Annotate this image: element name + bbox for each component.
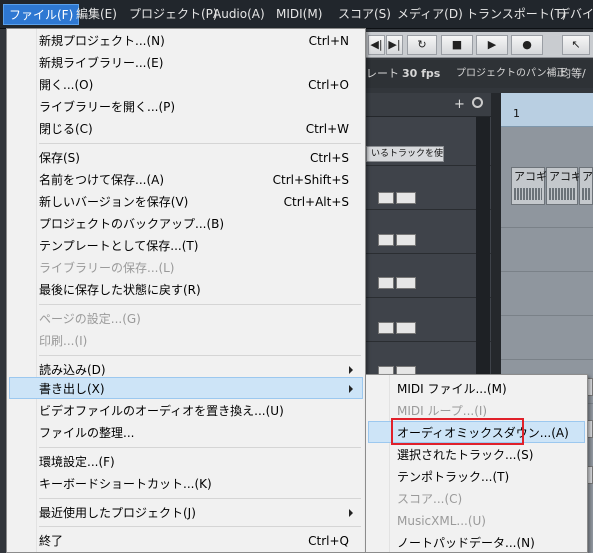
rate-label: レート	[366, 67, 399, 80]
edit-icon[interactable]	[396, 234, 416, 246]
menu-media[interactable]: メディア(D)	[392, 4, 468, 25]
submenu-arrow-icon	[349, 509, 353, 517]
menu-item-export-tempo-track[interactable]: テンポトラック...(T)	[368, 466, 585, 488]
menu-item-save-as-template[interactable]: テンプレートとして保存...(T)	[9, 235, 363, 257]
menu-item-backup-project[interactable]: プロジェクトのバックアップ...(B)	[9, 213, 363, 235]
menu-item-save[interactable]: 保存(S) Ctrl+S	[9, 147, 363, 169]
menu-item-export-score: スコア...(C)	[397, 492, 463, 506]
menu-item-open-library[interactable]: ライブラリーを開く...(P)	[9, 96, 363, 118]
go-to-next-button[interactable]: ▶|	[386, 35, 403, 55]
audio-event[interactable]: アコギ	[546, 167, 582, 205]
search-icon[interactable]	[472, 97, 483, 108]
menu-item-recent-projects[interactable]: 最近使用したプロジェクト(J)	[9, 502, 363, 524]
edit-icon[interactable]	[396, 277, 416, 289]
event-name: ア	[582, 170, 593, 183]
use-track-button[interactable]: いるトラックを使用	[366, 146, 444, 162]
export-submenu: MIDI ファイル...(M) MIDI ループ...(I) オーディオミックス…	[365, 374, 588, 553]
menu-item-replace-video-audio[interactable]: ビデオファイルのオーディオを置き換え...(U)	[9, 400, 363, 422]
equal-label: 均等/	[560, 67, 586, 80]
event-name: アコギ	[514, 170, 547, 183]
monitor-icon[interactable]	[378, 322, 394, 334]
add-track-icon[interactable]: +	[454, 97, 465, 112]
waveform	[549, 188, 575, 200]
menu-item-export-midi-file[interactable]: MIDI ファイル...(M)	[368, 378, 585, 400]
go-to-previous-button[interactable]: ◀|	[368, 35, 385, 55]
menu-audio[interactable]: Audio(A)	[208, 4, 270, 25]
play-button[interactable]: ▶	[476, 35, 508, 55]
pan-law-label[interactable]: プロジェクトのパン補正	[456, 60, 567, 88]
submenu-arrow-icon	[349, 366, 353, 374]
menu-item-cleanup[interactable]: ファイルの整理...	[9, 422, 363, 444]
menu-item-print: 印刷...(I)	[39, 334, 88, 348]
cycle-button[interactable]: ↻	[407, 35, 437, 55]
transport-bar: ◀| ▶| ↻ ■ ▶ ● ↖	[366, 32, 593, 58]
menu-score[interactable]: スコア(S)	[333, 4, 396, 25]
monitor-icon[interactable]	[378, 277, 394, 289]
menu-item-new-project[interactable]: 新規プロジェクト...(N) Ctrl+N	[9, 30, 363, 52]
menu-item-close[interactable]: 閉じる(C) Ctrl+W	[9, 118, 363, 140]
menu-item-export-notepad-data[interactable]: ノートパッドデータ...(N)	[368, 532, 585, 553]
menu-item-page-setup: ページの設定...(G)	[39, 312, 141, 326]
menu-item-export[interactable]: 書き出し(X)	[9, 377, 363, 399]
menu-item-export-selected-tracks[interactable]: 選択されたトラック...(S)	[368, 444, 585, 466]
event-name: アコギ	[549, 170, 582, 183]
highlight-box	[391, 418, 524, 445]
menu-item-save-as[interactable]: 名前をつけて保存...(A) Ctrl+Shift+S	[9, 169, 363, 191]
project-info-bar: レート 30 fps プロジェクトのパン補正 均等/	[366, 60, 593, 88]
menu-bar: ファイル(F) 編集(E) プロジェクト(P) Audio(A) MIDI(M)…	[0, 0, 593, 29]
menu-item-quit[interactable]: 終了 Ctrl+Q	[9, 530, 363, 552]
file-menu: 新規プロジェクト...(N) Ctrl+N 新規ライブラリー...(E) 開く.…	[6, 28, 366, 553]
submenu-arrow-icon	[349, 385, 353, 393]
menu-item-key-commands[interactable]: キーボードショートカット...(K)	[9, 473, 363, 495]
object-select-tool-button[interactable]: ↖	[562, 35, 590, 55]
menu-item-export-musicxml: MusicXML...(U)	[397, 514, 486, 528]
menu-midi[interactable]: MIDI(M)	[271, 4, 327, 25]
track-list-header: +	[366, 93, 491, 117]
edit-icon[interactable]	[396, 192, 416, 204]
frame-rate[interactable]: 30 fps	[402, 60, 440, 88]
menu-item-open[interactable]: 開く...(O) Ctrl+O	[9, 74, 363, 96]
ruler-bar-number: 1	[513, 107, 520, 120]
menu-item-save-library: ライブラリーの保存...(L)	[39, 261, 175, 275]
menu-item-preferences[interactable]: 環境設定...(F)	[9, 451, 363, 473]
ruler[interactable]: 1	[501, 93, 593, 127]
menu-item-new-library[interactable]: 新規ライブラリー...(E)	[9, 52, 363, 74]
monitor-icon[interactable]	[378, 234, 394, 246]
waveform	[514, 188, 542, 200]
menu-edit[interactable]: 編集(E)	[71, 4, 122, 25]
record-button[interactable]: ●	[511, 35, 543, 55]
menu-item-save-new-version[interactable]: 新しいバージョンを保存(V) Ctrl+Alt+S	[9, 191, 363, 213]
menu-item-revert[interactable]: 最後に保存した状態に戻す(R)	[9, 279, 363, 301]
audio-event[interactable]: ア	[579, 167, 593, 205]
stop-button[interactable]: ■	[441, 35, 473, 55]
audio-event[interactable]: アコギ	[511, 167, 547, 205]
monitor-icon[interactable]	[378, 192, 394, 204]
waveform	[582, 188, 590, 200]
menu-file[interactable]: ファイル(F)	[3, 4, 80, 25]
edit-icon[interactable]	[396, 322, 416, 334]
menu-devices[interactable]: デバイス	[553, 4, 593, 25]
